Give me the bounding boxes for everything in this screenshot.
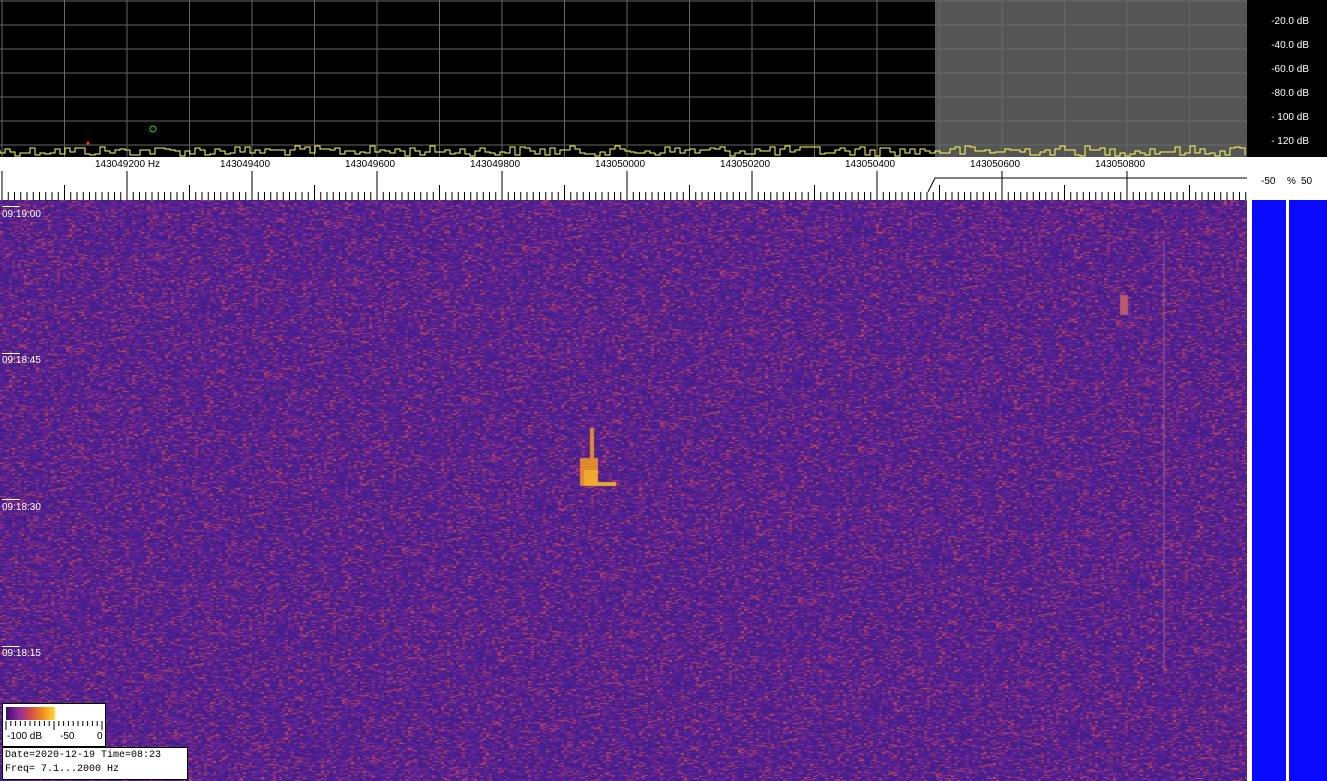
spectrum-marker-green: [149, 125, 157, 133]
info-date-time: Date=2020-12-19 Time=08:23: [5, 750, 162, 761]
level-bar-right: [1289, 200, 1327, 781]
db-label-120: - 120 dB: [1271, 136, 1309, 147]
colorbar-legend: -100 dB -50 0: [2, 703, 106, 747]
level-bars: [1247, 200, 1327, 781]
db-label-100: - 100 dB: [1271, 112, 1309, 123]
time-tick: [2, 499, 20, 500]
db-label-40: -40.0 dB: [1271, 40, 1309, 51]
colorbar-ticks: [5, 721, 103, 730]
freq-label-6: 143050400: [845, 159, 896, 170]
freq-label-4: 143050000: [595, 159, 646, 170]
db-label-20: -20.0 dB: [1271, 16, 1309, 27]
waterfall-canvas: [0, 200, 1247, 781]
colorbar-gradient: [6, 707, 102, 720]
time-label-3: 09:18:15: [2, 648, 41, 659]
spectrum-marker-red: [86, 141, 90, 145]
time-label-0: 09:19:00: [2, 209, 41, 220]
freq-label-5: 143050200: [720, 159, 771, 170]
colorbar-min-label: -100 dB: [7, 731, 43, 742]
freq-label-0: 143049200 Hz: [95, 159, 161, 170]
pct-minus-label: -50: [1261, 176, 1276, 187]
time-label-2: 09:18:30: [2, 502, 41, 513]
time-tick: [2, 353, 20, 354]
freq-label-2: 143049600: [345, 159, 396, 170]
freq-bracket: [927, 177, 1247, 193]
info-box: Date=2020-12-19 Time=08:23 Freq= 7.1...2…: [2, 747, 188, 780]
info-freq-range: Freq= 7.1...2000 Hz: [5, 764, 120, 775]
level-bar-left: [1252, 200, 1286, 781]
percent-header: -50 % 50: [1247, 157, 1327, 200]
pct-plus-label: 50: [1301, 176, 1313, 187]
freq-label-1: 143049400: [220, 159, 271, 170]
db-label-60: -60.0 dB: [1271, 64, 1309, 75]
pct-symbol-label: %: [1287, 176, 1296, 187]
waterfall-display[interactable]: 09:19:00 09:18:45 09:18:30 09:18:15: [0, 200, 1247, 781]
colorbar-mid-label: -50: [60, 731, 75, 742]
time-tick: [2, 206, 20, 207]
db-label-80: -80.0 dB: [1271, 88, 1309, 99]
frequency-axis[interactable]: 143049200 Hz 143049400 143049600 1430498…: [0, 157, 1247, 200]
spectrum-plot: [0, 0, 1247, 157]
freq-label-7: 143050600: [970, 159, 1021, 170]
spectrum-shaded-region: [935, 0, 1247, 157]
colorbar-max-label: 0: [97, 731, 103, 742]
time-label-1: 09:18:45: [2, 355, 41, 366]
freq-label-3: 143049800: [470, 159, 521, 170]
time-tick: [2, 646, 20, 647]
freq-label-8: 143050800: [1095, 159, 1146, 170]
spectrum-display[interactable]: [0, 0, 1247, 157]
db-scale: -20.0 dB -40.0 dB -60.0 dB -80.0 dB - 10…: [1247, 0, 1327, 157]
